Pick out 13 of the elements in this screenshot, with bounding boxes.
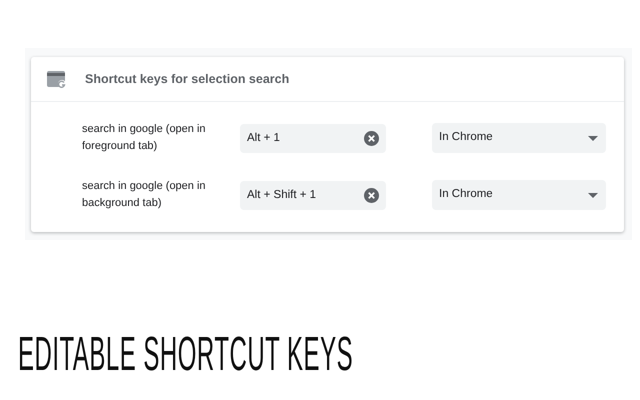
extension-icon bbox=[47, 70, 67, 88]
shortcut-label: search in google (open in foreground tab) bbox=[82, 122, 207, 154]
caption: EDITABLE SHORTCUT KEYS bbox=[18, 331, 354, 379]
scope-dropdown[interactable]: In Chrome bbox=[432, 123, 606, 153]
clear-icon[interactable] bbox=[364, 130, 379, 146]
caret-icon bbox=[588, 136, 598, 140]
shortcut-field[interactable]: Alt + Shift + 1 bbox=[240, 180, 386, 210]
card-title: Shortcut keys for selection search bbox=[85, 70, 290, 88]
scope-dropdown[interactable]: In Chrome bbox=[432, 180, 606, 210]
shortcut-label: search in google (open in background tab) bbox=[82, 179, 207, 211]
clear-icon[interactable] bbox=[364, 188, 379, 202]
shortcut-field[interactable]: Alt + 1 bbox=[240, 124, 386, 152]
caret-icon bbox=[588, 192, 598, 198]
